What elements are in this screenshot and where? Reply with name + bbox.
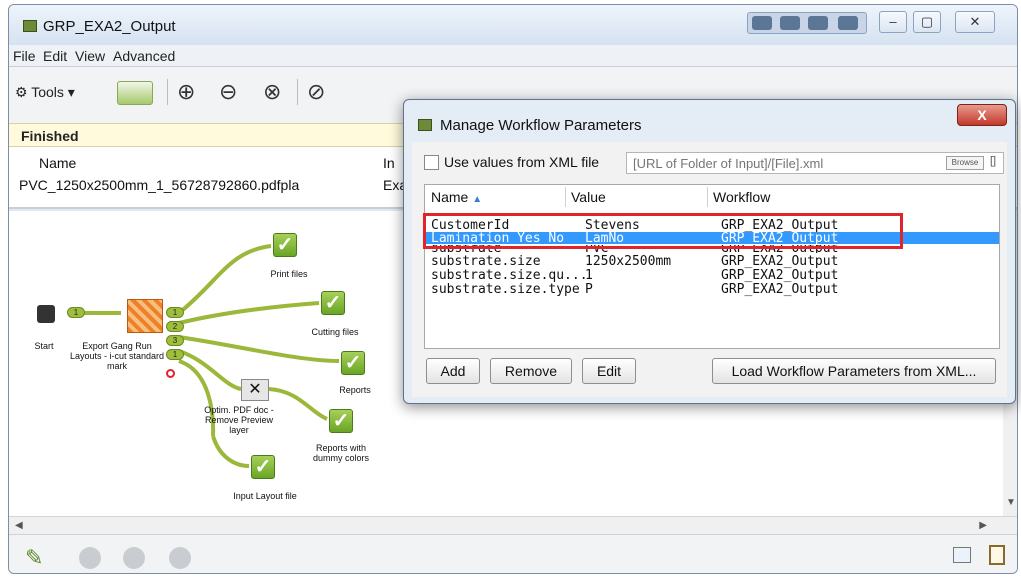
scroll-right-icon[interactable]: ▶: [979, 520, 987, 531]
reports-label: Reports: [339, 385, 371, 395]
reports-dummy-checkbox-icon[interactable]: ✓: [329, 409, 353, 433]
dialog-body: Use values from XML file Browse [] Name …: [412, 142, 1007, 397]
warning-icon: [166, 369, 175, 378]
minimize-button[interactable]: –: [879, 11, 907, 33]
use-xml-checkbox[interactable]: [424, 155, 439, 170]
column-header-value[interactable]: Value: [571, 189, 606, 205]
dialog-title: Manage Workflow Parameters: [440, 117, 642, 134]
annotation-highlight-box: [423, 213, 903, 249]
toolbar-separator: [167, 79, 168, 105]
param-workflow: GRP_EXA2_Output: [721, 268, 839, 283]
start-node-icon[interactable]: [37, 305, 55, 323]
app-icon: [23, 20, 37, 32]
input-layout-checkbox-icon[interactable]: ✓: [251, 455, 275, 479]
input-layout-label: Input Layout file: [233, 491, 297, 501]
parameters-table: Name ▲ Value Workflow CustomerId Stevens…: [423, 184, 1000, 349]
column-header-name[interactable]: Name ▲: [431, 189, 482, 205]
column-header-workflow[interactable]: Workflow: [713, 189, 770, 205]
sort-ascending-icon: ▲: [472, 194, 483, 205]
param-name: substrate.size: [431, 254, 541, 269]
window-title: GRP_EXA2_Output: [43, 18, 176, 35]
cutting-files-label: Cutting files: [311, 327, 359, 337]
panel-toggle-icon[interactable]: [953, 547, 971, 563]
menu-edit[interactable]: Edit: [43, 48, 67, 64]
pin-badge: 2: [166, 321, 184, 332]
menu-bar: File Edit View Advanced: [9, 45, 1017, 67]
workflow-icon[interactable]: [117, 81, 153, 105]
param-name: substrate.size.type: [431, 282, 580, 297]
column-in[interactable]: In: [383, 155, 395, 171]
dialog-close-button[interactable]: X: [957, 104, 1007, 126]
param-workflow: GRP_EXA2_Output: [721, 254, 839, 269]
param-name: substrate.size.qu...: [431, 268, 588, 283]
column-divider: [565, 187, 566, 207]
tray-icon[interactable]: [752, 16, 772, 30]
menu-file[interactable]: File: [13, 48, 36, 64]
reports-dummy-label: Reports with dummy colors: [312, 443, 369, 463]
tray-icon[interactable]: [780, 16, 800, 30]
add-button[interactable]: Add: [426, 358, 480, 384]
remove-button[interactable]: Remove: [490, 358, 572, 384]
stop-icon[interactable]: ⊘: [307, 77, 325, 107]
table-row[interactable]: substrate.size.type P GRP_EXA2_Output: [425, 282, 999, 297]
param-value: P: [585, 282, 593, 297]
table-row[interactable]: substrate.size 1250x2500mm GRP_EXA2_Outp…: [425, 254, 999, 269]
tray-icon[interactable]: [838, 16, 858, 30]
menu-view[interactable]: View: [75, 48, 105, 64]
export-gang-run-node-icon[interactable]: [127, 299, 163, 333]
pin-badge: 1: [67, 307, 85, 318]
gear-icon: ⚙: [15, 84, 28, 100]
manage-workflow-parameters-dialog: Manage Workflow Parameters X Use values …: [403, 99, 1016, 404]
column-divider: [707, 187, 708, 207]
edit-button[interactable]: Edit: [582, 358, 636, 384]
param-workflow: GRP_EXA2_Output: [721, 282, 839, 297]
print-files-label: Print files: [270, 269, 308, 279]
bottom-toolbar: ✎: [9, 534, 1017, 573]
load-from-xml-button[interactable]: Load Workflow Parameters from XML...: [712, 358, 996, 384]
pin-badge: 3: [166, 335, 184, 346]
column-name[interactable]: Name: [39, 155, 76, 171]
horizontal-scrollbar[interactable]: ◀ ▶: [9, 516, 1017, 534]
optim-label: Optim. PDF doc - Remove Preview layer: [204, 405, 274, 435]
print-files-checkbox-icon[interactable]: ✓: [273, 233, 297, 257]
system-tray: [747, 12, 867, 34]
zoom-fit-icon[interactable]: ⊗: [263, 77, 281, 107]
zoom-out-icon[interactable]: ⊖: [219, 77, 237, 107]
maximize-button[interactable]: ▢: [913, 11, 941, 33]
clipboard-icon[interactable]: [989, 545, 1005, 565]
browse-button[interactable]: Browse: [946, 156, 984, 170]
scroll-left-icon[interactable]: ◀: [15, 520, 23, 531]
dialog-app-icon: [418, 119, 432, 131]
close-window-button[interactable]: ✕: [955, 11, 995, 33]
title-bar: GRP_EXA2_Output – ▢ ✕: [9, 5, 1017, 45]
tools-label: Tools ▾: [31, 84, 75, 100]
bracket-button[interactable]: []: [990, 155, 996, 167]
job-name[interactable]: PVC_1250x2500mm_1_56728792860.pdfpla: [19, 177, 299, 193]
cutting-files-checkbox-icon[interactable]: ✓: [321, 291, 345, 315]
zoom-in-icon[interactable]: ⊕: [177, 77, 195, 107]
tools-menu-button[interactable]: ⚙ Tools ▾: [15, 77, 75, 107]
menu-advanced[interactable]: Advanced: [113, 48, 175, 64]
pin-badge: 1: [166, 349, 184, 360]
optim-pdf-node-icon[interactable]: ✕: [241, 379, 269, 401]
pencil-icon[interactable]: ✎: [25, 545, 43, 571]
play-icon[interactable]: [123, 547, 145, 569]
use-xml-label: Use values from XML file: [444, 154, 600, 170]
param-value: 1250x2500mm: [585, 254, 672, 269]
param-value: 1: [585, 268, 593, 283]
toolbar-separator: [297, 79, 298, 105]
pause-icon[interactable]: [79, 547, 101, 569]
start-label: Start: [34, 341, 54, 351]
scroll-down-icon[interactable]: ▼: [1006, 497, 1016, 508]
table-row[interactable]: substrate.size.qu... 1 GRP_EXA2_Output: [425, 268, 999, 283]
reports-checkbox-icon[interactable]: ✓: [341, 351, 365, 375]
tray-icon[interactable]: [808, 16, 828, 30]
status-text: Finished: [21, 128, 79, 144]
stop-circle-icon[interactable]: [169, 547, 191, 569]
pin-badge: 1: [166, 307, 184, 318]
export-label: Export Gang Run Layouts - i-cut standard…: [69, 341, 165, 371]
